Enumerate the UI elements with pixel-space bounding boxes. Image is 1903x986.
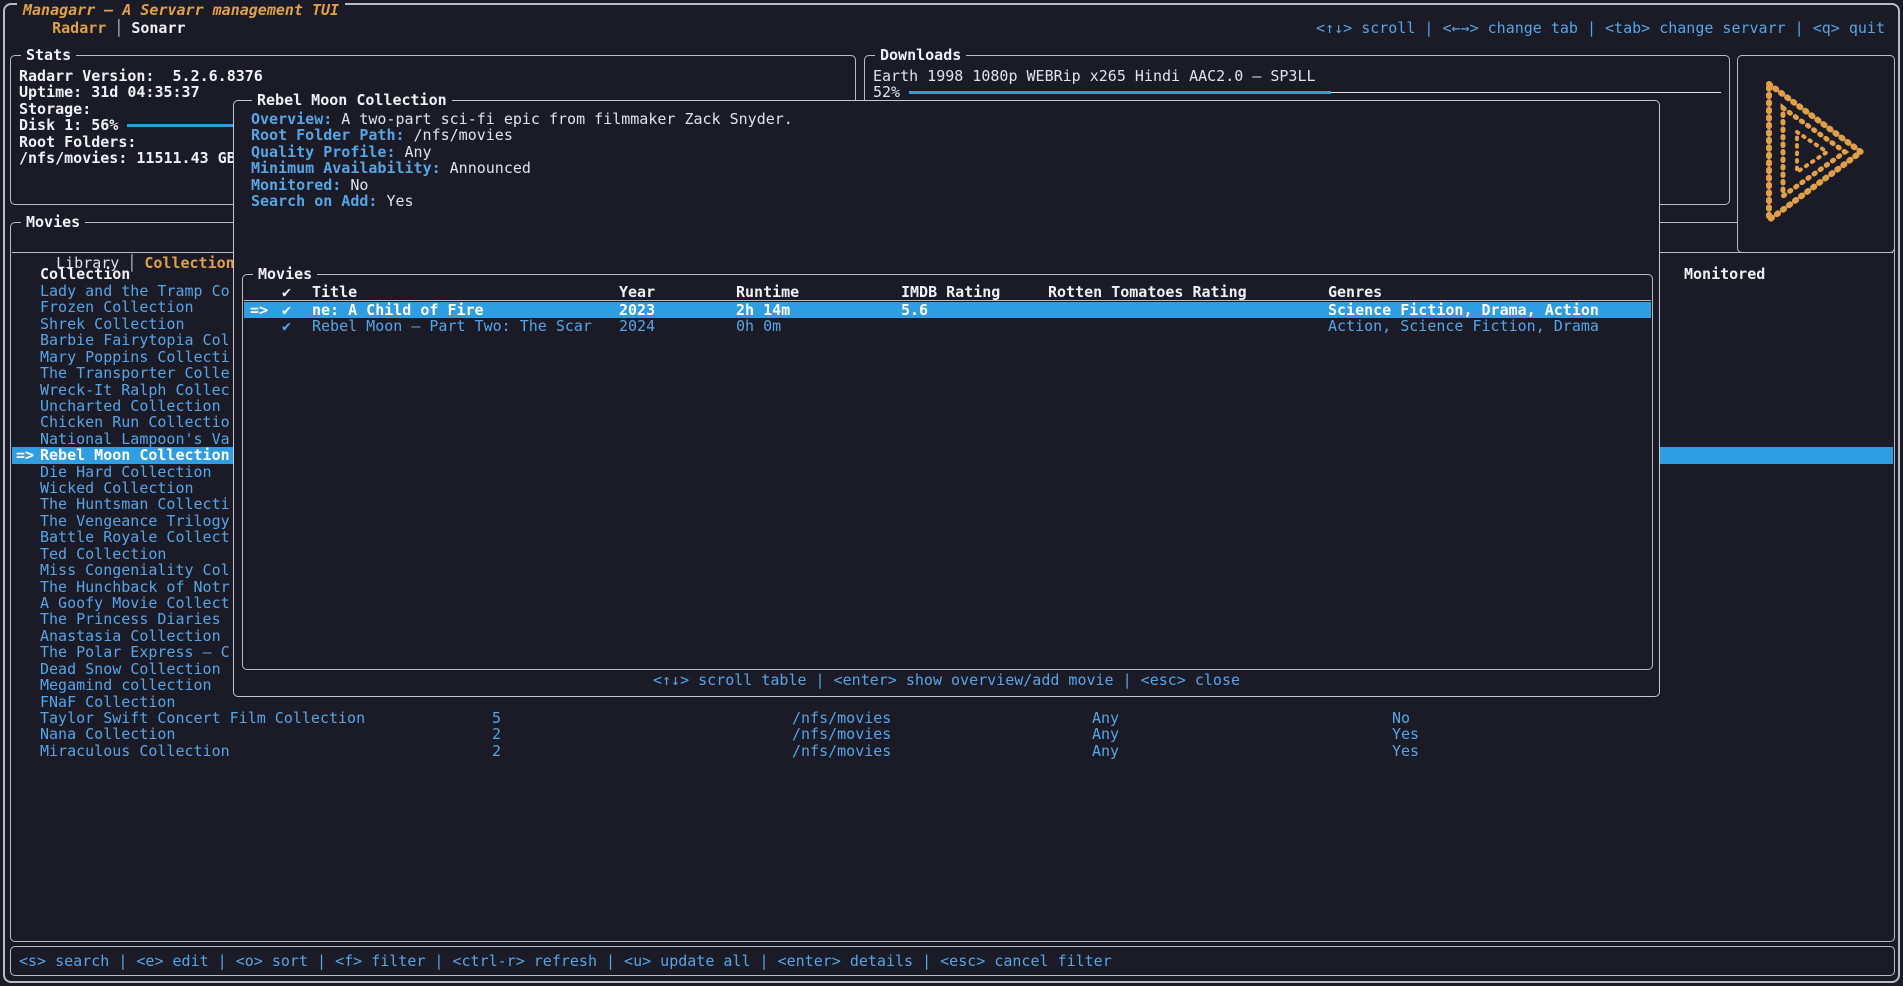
disk-usage-label: Disk 1: 56% [19, 117, 118, 133]
modal-movies-table: Movies ✔ Title Year Runtime IMDB Rating … [242, 274, 1653, 670]
top-bar: Radarr │ Sonarr <↑↓> scroll | <←→> change … [16, 19, 1885, 37]
modal-field: Monitored:No [251, 177, 793, 193]
app-title: Managarr — A Servarr management TUI [17, 2, 345, 19]
download-progress-gauge [909, 84, 1721, 100]
movies-header-runtime: Runtime [736, 283, 799, 301]
movie-row[interactable]: ✔Rebel Moon – Part Two: The Scar20240h 0… [244, 318, 1651, 334]
collections-header-collection: Collection [40, 265, 130, 283]
movies-panel-title: Movies [21, 214, 85, 231]
modal-movies-header-row: ✔ Title Year Runtime IMDB Rating Rotten … [244, 283, 1651, 301]
stats-panel-title: Stats [21, 47, 76, 64]
modal-field: Minimum Availability:Announced [251, 160, 793, 176]
collection-row[interactable]: Taylor Swift Concert Film Collection5/nf… [12, 710, 1893, 726]
modal-movies-table-title: Movies [253, 266, 317, 283]
collection-row[interactable]: Nana Collection2/nfs/moviesAnyYes [12, 726, 1893, 742]
tab-radarr[interactable]: Radarr [52, 19, 106, 37]
bottom-keybinds-bar: <s> search | <e> edit | <o> sort | <f> f… [10, 946, 1895, 976]
movies-header-rotten-tomatoes: Rotten Tomatoes Rating [1048, 283, 1247, 301]
collection-details-modal: Rebel Moon Collection Overview:A two-par… [233, 100, 1660, 697]
modal-field: Overview:A two-part sci-fi epic from fil… [251, 111, 793, 127]
modal-keybinds: <↑↓> scroll table | <enter> show overvie… [234, 671, 1659, 689]
tab-separator: │ [114, 19, 123, 37]
modal-title: Rebel Moon Collection [252, 92, 452, 109]
movies-header-year: Year [619, 283, 655, 301]
modal-field: Root Folder Path:/nfs/movies [251, 127, 793, 143]
movies-header-genres: Genres [1328, 283, 1382, 301]
radarr-version: Radarr Version: 5.2.6.8376 [19, 68, 847, 84]
tab-sonarr[interactable]: Sonarr [131, 19, 185, 37]
download-item-name: Earth 1998 1080p WEBRip x265 Hindi AAC2.… [873, 68, 1721, 84]
download-progress-line: 52% [873, 84, 1721, 100]
managarr-logo-icon [1757, 74, 1875, 234]
downloads-panel-title: Downloads [875, 47, 966, 64]
collection-row[interactable]: Miraculous Collection2/nfs/moviesAnyYes [12, 743, 1893, 759]
modal-movie-rows[interactable]: =>✔ne: A Child of Fire20232h 14m5.6Scien… [244, 302, 1651, 335]
collections-header-monitored: Monitored [1684, 265, 1765, 283]
download-percent-label: 52% [873, 84, 900, 100]
modal-fields: Overview:A two-part sci-fi epic from fil… [251, 111, 793, 210]
logo-panel [1737, 55, 1895, 253]
modal-field: Quality Profile:Any [251, 144, 793, 160]
modal-field: Search on Add:Yes [251, 193, 793, 209]
top-keybinds: <↑↓> scroll | <←→> change tab | <tab> ch… [1316, 19, 1885, 37]
movies-header-imdb: IMDB Rating [901, 283, 1000, 301]
bottom-keybinds: <s> search | <e> edit | <o> sort | <f> f… [19, 947, 1112, 975]
movies-header-monitored-check: ✔ [282, 283, 291, 301]
movies-header-title: Title [312, 283, 357, 301]
movie-row[interactable]: =>✔ne: A Child of Fire20232h 14m5.6Scien… [244, 302, 1651, 318]
